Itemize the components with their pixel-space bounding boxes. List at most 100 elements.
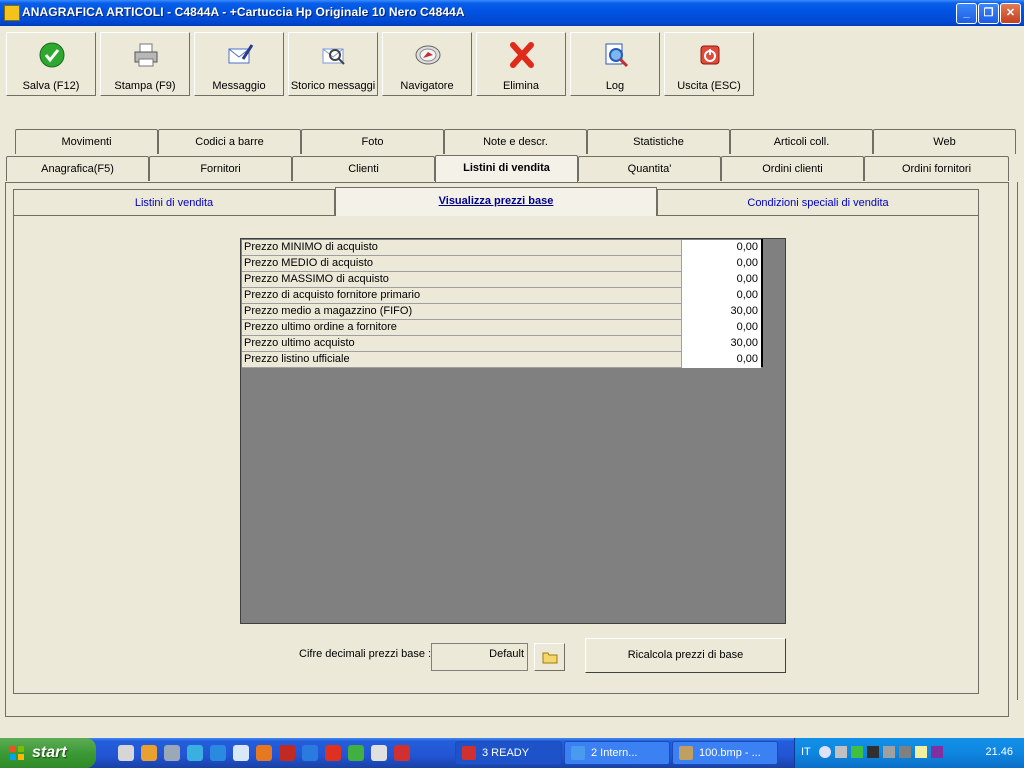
tray-expand-icon[interactable] [819,746,831,758]
price-row[interactable]: Prezzo listino ufficiale 0,00 [242,352,761,368]
quicklaunch-icon[interactable] [164,745,180,761]
tab-codici-a-barre[interactable]: Codici a barre [158,129,301,154]
tab-anagrafica[interactable]: Anagrafica(F5) [6,156,149,181]
firefox-icon[interactable] [256,745,272,761]
tab-quantita[interactable]: Quantita' [578,156,721,181]
tab-listini-di-vendita[interactable]: Listini di vendita [435,155,578,182]
price-label: Prezzo medio a magazzino (FIFO) [244,305,413,317]
log-button[interactable]: Log [570,32,660,96]
minimize-button[interactable]: _ [956,3,977,24]
price-value[interactable]: 30,00 [681,304,761,320]
system-tray: IT 21.46 [794,738,1024,768]
price-label: Prezzo MINIMO di acquisto [244,241,378,253]
navigator-button[interactable]: Navigatore [382,32,472,96]
start-label: start [32,744,67,761]
tab-statistiche[interactable]: Statistiche [587,129,730,154]
taskbar-item-label: 2 Intern... [591,747,638,759]
exit-button-label: Uscita (ESC) [677,80,741,92]
tray-icon[interactable] [915,746,927,758]
tab-clienti[interactable]: Clienti [292,156,435,181]
panel-edge [1017,182,1024,700]
price-row[interactable]: Prezzo medio a magazzino (FIFO) 30,00 [242,304,761,320]
exit-button[interactable]: Uscita (ESC) [664,32,754,96]
tray-icon[interactable] [867,746,879,758]
network-icon[interactable] [835,746,847,758]
quicklaunch-icon[interactable] [118,745,134,761]
tray-icon[interactable] [851,746,863,758]
tab-ordini-clienti[interactable]: Ordini clienti [721,156,864,181]
quicklaunch-icon[interactable] [187,745,203,761]
compass-icon [415,45,441,65]
quicklaunch-icon[interactable] [141,745,157,761]
quicklaunch-icon[interactable] [325,745,341,761]
close-button[interactable]: ✕ [1000,3,1021,24]
language-indicator[interactable]: IT [801,746,811,758]
tab-foto[interactable]: Foto [301,129,444,154]
message-button-label: Messaggio [212,80,266,92]
price-row[interactable]: Prezzo ultimo acquisto 30,00 [242,336,761,352]
exit-power-icon [700,45,720,65]
delete-button-label: Elimina [502,80,540,92]
tab-articoli-coll[interactable]: Articoli coll. [730,129,873,154]
subtab-listini-di-vendita[interactable]: Listini di vendita [13,189,335,216]
price-label: Prezzo listino ufficiale [244,353,350,365]
tab-fornitori[interactable]: Fornitori [149,156,292,181]
quicklaunch-icon[interactable] [371,745,387,761]
grid-separator [761,239,763,367]
save-check-icon [39,42,65,68]
start-button[interactable]: start [0,738,96,768]
price-row[interactable]: Prezzo MINIMO di acquisto 0,00 [242,240,761,256]
tray-icon[interactable] [931,746,943,758]
quicklaunch-icon[interactable] [279,745,295,761]
subtab-condizioni-speciali[interactable]: Condizioni speciali di vendita [657,189,979,216]
recalculate-button[interactable]: Ricalcola prezzi di base [585,638,786,673]
paint-icon [679,746,693,760]
message-button[interactable]: Messaggio [194,32,284,96]
price-value[interactable]: 0,00 [681,256,761,272]
message-history-button[interactable]: Storico messaggi [288,32,378,96]
prices-grid[interactable]: Prezzo MINIMO di acquisto 0,00 Prezzo MED… [240,238,786,624]
print-button[interactable]: Stampa (F9) [100,32,190,96]
decimals-label: Cifre decimali prezzi base : [299,648,432,660]
price-row[interactable]: Prezzo ultimo ordine a fornitore 0,00 [242,320,761,336]
taskbar-item-label: 3 READY [482,747,530,759]
taskbar-item-ready[interactable]: 3 READY [455,741,562,765]
decimals-browse-button[interactable] [534,643,565,671]
log-button-label: Log [605,80,625,92]
price-row[interactable]: Prezzo MEDIO di acquisto 0,00 [242,256,761,272]
tray-icon[interactable] [899,746,911,758]
price-value[interactable]: 0,00 [681,352,761,368]
quicklaunch-icon[interactable] [348,745,364,761]
title-bar[interactable]: ANAGRAFICA ARTICOLI - C4844A - +Cartucci… [0,0,1024,26]
taskbar-item-internet[interactable]: 2 Intern... [564,741,670,765]
tray-icon[interactable] [883,746,895,758]
delete-button[interactable]: Elimina [476,32,566,96]
taskbar-item-paint[interactable]: 100.bmp - ... [672,741,778,765]
price-value[interactable]: 0,00 [681,240,761,256]
tab-movimenti[interactable]: Movimenti [15,129,158,154]
tab-web[interactable]: Web [873,129,1016,154]
price-value[interactable]: 0,00 [681,272,761,288]
subtab-visualizza-prezzi-base[interactable]: Visualizza prezzi base [335,187,657,216]
price-label: Prezzo ultimo acquisto [244,337,355,349]
quicklaunch-icon[interactable] [210,745,226,761]
save-button[interactable]: Salva (F12) [6,32,96,96]
price-row[interactable]: Prezzo di acquisto fornitore primario 0,0… [242,288,761,304]
price-value[interactable]: 30,00 [681,336,761,352]
internet-explorer-icon [571,746,585,760]
internet-explorer-icon[interactable] [302,745,318,761]
save-button-label: Salva (F12) [22,80,80,92]
quicklaunch-icon[interactable] [394,745,410,761]
clock: 21.46 [985,746,1013,758]
tab-ordini-fornitori[interactable]: Ordini fornitori [864,156,1009,181]
log-search-icon [605,43,629,68]
restore-button[interactable]: ❐ [978,3,999,24]
price-value[interactable]: 0,00 [681,320,761,336]
price-value[interactable]: 0,00 [681,288,761,304]
navigator-button-label: Navigatore [400,80,454,92]
price-row[interactable]: Prezzo MASSIMO di acquisto 0,00 [242,272,761,288]
quicklaunch-icon[interactable] [233,745,249,761]
envelope-search-icon [322,48,345,65]
tab-note-e-descr[interactable]: Note e descr. [444,129,587,154]
decimals-field[interactable]: Default [431,643,528,671]
